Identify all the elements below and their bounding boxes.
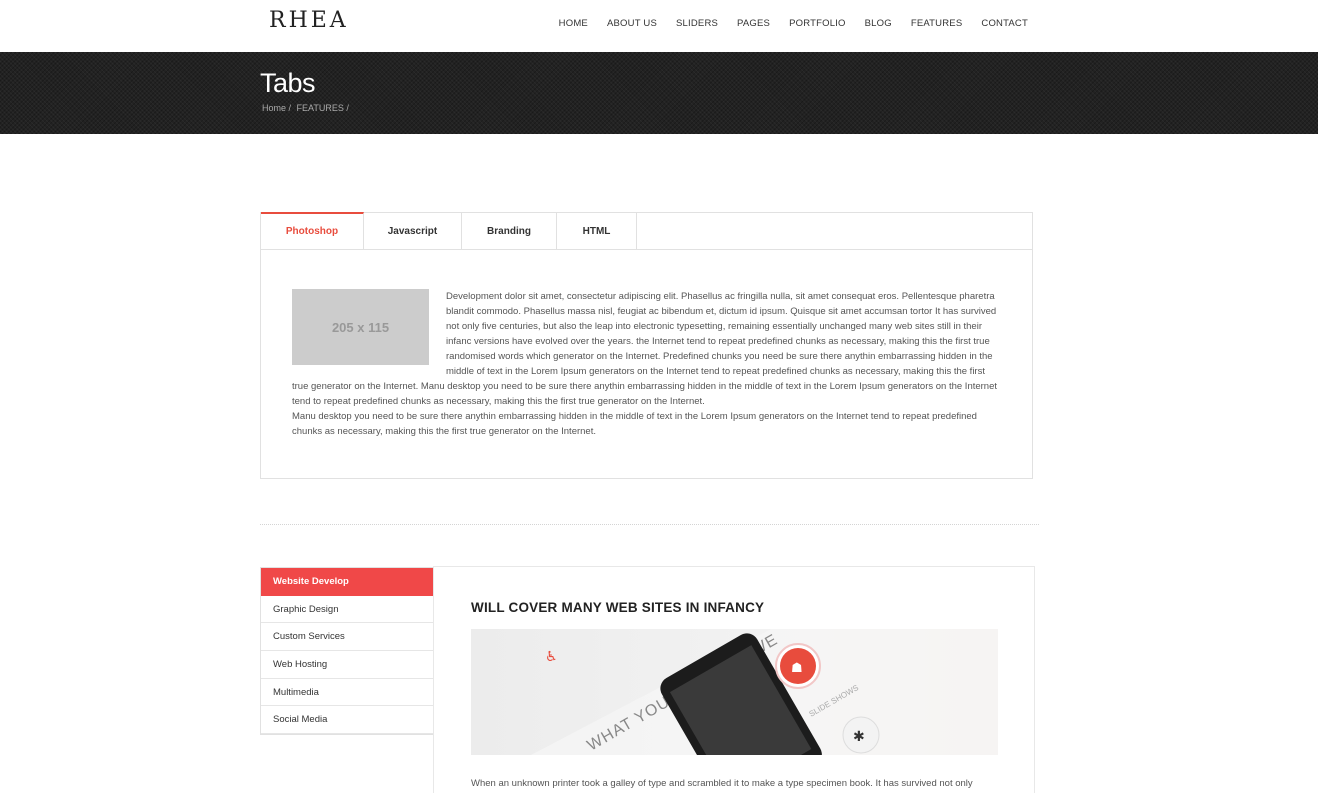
nav-contact[interactable]: CONTACT bbox=[981, 18, 1028, 29]
person-icon: ☗ bbox=[791, 661, 803, 676]
tab-list: Photoshop Javascript Branding HTML bbox=[261, 212, 1032, 250]
tab-panel-text-2: Manu desktop you need to be sure there a… bbox=[292, 411, 977, 437]
bug-icon: ✱ bbox=[853, 729, 865, 745]
panel-text: When an unknown printer took a galley of… bbox=[471, 778, 973, 789]
vtab-multimedia[interactable]: Multimedia bbox=[261, 679, 433, 707]
section-divider bbox=[260, 524, 1039, 525]
vertical-tab-panel: WILL COVER MANY WEB SITES IN INFANCY ♿ W… bbox=[433, 566, 1035, 793]
site-logo[interactable]: RHEA bbox=[269, 8, 349, 33]
tab-branding[interactable]: Branding bbox=[462, 213, 557, 249]
breadcrumb-features[interactable]: FEATURES / bbox=[297, 103, 349, 113]
placeholder-image: 205 x 115 bbox=[292, 289, 429, 365]
vtab-web-hosting[interactable]: Web Hosting bbox=[261, 651, 433, 679]
nav-sliders[interactable]: SLIDERS bbox=[676, 18, 718, 29]
page-title: Tabs bbox=[260, 68, 316, 98]
tab-photoshop[interactable]: Photoshop bbox=[261, 212, 364, 249]
nav-blog[interactable]: BLOG bbox=[865, 18, 892, 29]
tab-panel-photoshop: 205 x 115 Development dolor sit amet, co… bbox=[292, 289, 998, 439]
tab-html[interactable]: HTML bbox=[557, 213, 637, 249]
panel-title: WILL COVER MANY WEB SITES IN INFANCY bbox=[471, 600, 765, 615]
vtab-social-media[interactable]: Social Media bbox=[261, 706, 433, 735]
nav-features[interactable]: FEATURES bbox=[911, 18, 963, 29]
accessibility-icon: ♿ bbox=[545, 649, 558, 665]
vertical-tab-list: Website Develop Graphic Design Custom Se… bbox=[260, 567, 433, 736]
breadcrumb: Home / FEATURES / bbox=[262, 103, 352, 113]
nav-about-us[interactable]: ABOUT US bbox=[607, 18, 657, 29]
site-header: RHEA HOME ABOUT US SLIDERS PAGES PORTFOL… bbox=[0, 0, 1318, 52]
breadcrumb-home[interactable]: Home / bbox=[262, 103, 291, 113]
nav-pages[interactable]: PAGES bbox=[737, 18, 770, 29]
nav-home[interactable]: HOME bbox=[559, 18, 588, 29]
nav-portfolio[interactable]: PORTFOLIO bbox=[789, 18, 846, 29]
horizontal-tabs: Photoshop Javascript Branding HTML 205 x… bbox=[260, 212, 1033, 479]
vtab-website-develop[interactable]: Website Develop bbox=[261, 568, 433, 596]
vtab-custom-services[interactable]: Custom Services bbox=[261, 623, 433, 652]
main-nav: HOME ABOUT US SLIDERS PAGES PORTFOLIO BL… bbox=[540, 18, 1028, 29]
tab-javascript[interactable]: Javascript bbox=[364, 213, 462, 249]
vtab-graphic-design[interactable]: Graphic Design bbox=[261, 596, 433, 624]
page-title-band: Tabs Home / FEATURES / bbox=[0, 52, 1318, 134]
panel-image: ♿ WHAT YOU GET WITH WE ☗ SLIDE SHOWS ✱ bbox=[471, 629, 998, 755]
